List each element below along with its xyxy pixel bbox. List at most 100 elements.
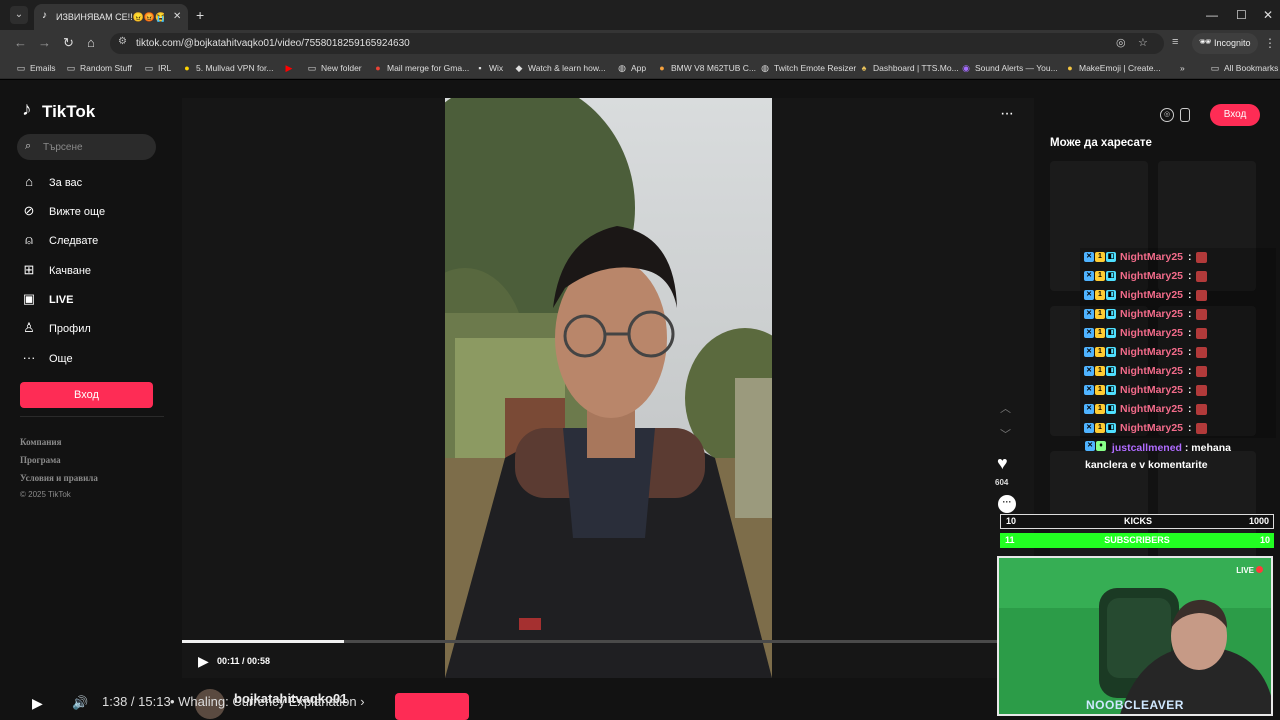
mod-badge-icon: ✕ [1084, 271, 1094, 281]
stream-chapter[interactable]: • Whaling: Currency Explanation › [170, 694, 365, 709]
browser-tab[interactable]: ♪ ИЗВИНЯВАМ СЕ!!😠😡😭 ✕ [34, 4, 188, 30]
bookmark-item[interactable]: ▭ Random Stuff [66, 61, 132, 75]
footer-link[interactable]: Компания [20, 436, 61, 448]
browser-menu-icon[interactable]: ⋮ [1264, 36, 1276, 50]
login-button[interactable]: Вход [20, 382, 153, 408]
sidebar-item-following[interactable]: ⍝ Следвате [20, 230, 160, 252]
chat-badges: ✕ 1 ◧ [1084, 404, 1116, 415]
chat-line: ✕ 1 ◧ NightMary25: [1080, 419, 1276, 438]
watch-icon: ◆ [515, 63, 523, 73]
footer-link[interactable]: Условия и правила [20, 472, 98, 484]
footer-link[interactable]: Програма [20, 454, 61, 466]
sidebar-item-for-you[interactable]: ⌂ За вас [20, 172, 160, 194]
maximize-button[interactable]: ☐ [1236, 7, 1247, 23]
screen: ⌄ ♪ ИЗВИНЯВАМ СЕ!!😠😡😭 ✕ + — ☐ ✕ ← → ↻ ⌂ … [0, 0, 1280, 720]
kicks-label: KICKS [1123, 516, 1152, 526]
search-input[interactable] [43, 138, 151, 156]
video-time: 00:11 / 00:58 [217, 656, 271, 666]
emote-icon [1196, 290, 1207, 301]
chat-badges: ✕ 1 ◧ [1084, 366, 1116, 377]
all-bookmarks[interactable]: ▭ All Bookmarks [1210, 61, 1279, 75]
previous-video-icon[interactable]: ︿ [1000, 400, 1011, 416]
search-box[interactable]: ⌕ [17, 134, 156, 160]
bookmark-item[interactable]: ● 5. Mullvad VPN for... [182, 61, 273, 75]
like-heart-icon[interactable]: ♥ [997, 454, 1008, 472]
media-controls-icon[interactable]: ≡ [1172, 36, 1178, 48]
upload-icon: ⊞ [23, 262, 35, 277]
bookmark-item[interactable]: ▪ Wix [475, 61, 503, 75]
mod-badge-icon: ✕ [1084, 347, 1094, 357]
back-button[interactable]: ← [14, 35, 27, 51]
sidebar-item-explore[interactable]: ⊘ Вижте още [20, 201, 160, 223]
incognito-label: Incognito [1214, 38, 1251, 48]
bookmarks-overflow-icon[interactable]: » [1180, 61, 1185, 75]
eye-off-icon[interactable]: ◎ [1116, 36, 1126, 49]
webcam-image [999, 558, 1271, 714]
tiktok-favicon-icon: ♪ [42, 10, 47, 21]
chat-separator: : [1188, 251, 1192, 263]
bookmark-item[interactable]: ◍ App [617, 61, 646, 75]
bookmark-item[interactable]: ● Mail merge for Gma... [373, 61, 469, 75]
chat-separator: : [1188, 270, 1192, 282]
chat-line: ✕ 1 ◧ NightMary25: [1080, 324, 1276, 343]
mod-badge-icon: ✕ [1084, 385, 1094, 395]
sidebar-item-more[interactable]: ··· Още [20, 348, 160, 370]
incognito-badge[interactable]: 🕶 Incognito [1192, 33, 1258, 54]
volume-icon[interactable]: 🔊 [72, 695, 88, 711]
video-progress-bar[interactable] [182, 640, 1034, 643]
sidebar-item-upload[interactable]: ⊞ Качване [20, 260, 160, 282]
bookmark-item[interactable]: ● MakeEmoji | Create... [1065, 61, 1160, 75]
bookmark-item[interactable]: ▭ IRL [144, 61, 172, 75]
close-window-button[interactable]: ✕ [1263, 7, 1273, 23]
sidebar-item-profile[interactable]: ♙ Профил [20, 318, 160, 340]
more-options-icon[interactable]: ··· [1000, 106, 1014, 122]
chat-separator: : [1188, 403, 1192, 415]
sidebar: ♪ TikTok ⌕ ⌂ За вас ⊘ Вижте още ⍝ Следва… [0, 80, 182, 720]
chat-line: ✕ 1 ◧ NightMary25: [1080, 248, 1276, 267]
minimize-button[interactable]: — [1206, 7, 1218, 23]
vip-badge-icon: 1 [1095, 366, 1105, 376]
bookmark-star-icon[interactable]: ☆ [1138, 36, 1148, 49]
mobile-icon[interactable] [1180, 108, 1190, 122]
bookmark-item[interactable]: ▶ [284, 61, 298, 75]
login-top-button[interactable]: Вход [1210, 104, 1260, 126]
next-video-icon[interactable]: ﹀ [1000, 426, 1011, 442]
video-frame[interactable] [445, 98, 772, 678]
chat-line: ✕ 1 ◧ NightMary25: [1080, 343, 1276, 362]
bookmark-item[interactable]: ▭ New folder [307, 61, 362, 75]
site-info-icon[interactable]: ⚙ [118, 36, 127, 47]
comment-icon[interactable]: ··· [998, 495, 1016, 513]
address-bar[interactable]: ⚙ tiktok.com/@bojkatahitvaqko01/video/75… [110, 33, 1164, 54]
chat-separator: : [1188, 365, 1192, 377]
bookmark-item[interactable]: ♠ Dashboard | TTS.Mo... [859, 61, 959, 75]
video-stage: ··· ︿ ﹀ ♥ 604 ··· ▶ 00:11 / 00:58 [182, 98, 1034, 678]
tab-close-icon[interactable]: ✕ [173, 10, 181, 24]
more-icon: ··· [22, 350, 36, 365]
mod-badge-icon: ✕ [1084, 423, 1094, 433]
bookmark-item[interactable]: ◍ Twitch Emote Resizer [760, 61, 856, 75]
reload-button[interactable]: ↻ [63, 35, 74, 51]
bookmark-item[interactable]: ● BMW V8 M62TUB C... [657, 61, 756, 75]
profile-icon: ♙ [23, 320, 35, 335]
play-icon[interactable]: ▶ [198, 653, 209, 669]
sidebar-item-live[interactable]: ▣ LIVE [20, 289, 160, 311]
kicks-target: 1000 [1248, 516, 1269, 526]
bookmark-item[interactable]: ◆ Watch & learn how... [514, 61, 606, 75]
bookmark-item[interactable]: ◉ Sound Alerts — You... [961, 61, 1058, 75]
tab-search-button[interactable]: ⌄ [10, 6, 28, 24]
compass-icon[interactable]: ◎ [1160, 108, 1174, 122]
emote-icon [1196, 404, 1207, 415]
tab-title: ИЗВИНЯВАМ СЕ!!😠😡😭 [56, 12, 164, 22]
emote-icon [1196, 252, 1207, 263]
folder-icon: ▭ [66, 63, 76, 73]
home-button[interactable]: ⌂ [87, 35, 95, 51]
new-tab-button[interactable]: + [196, 7, 204, 23]
chat-badges: ✕ 1 ◧ [1084, 385, 1116, 396]
mod-badge-icon: ✕ [1084, 309, 1094, 319]
stream-play-icon[interactable]: ▶ [32, 695, 43, 712]
mail-merge-icon: ● [375, 63, 381, 73]
twitch-icon: ◍ [761, 63, 769, 73]
chat-username: NightMary25 [1120, 251, 1184, 263]
bookmark-item[interactable]: ▭ Emails [16, 61, 56, 75]
forward-button[interactable]: → [38, 35, 51, 51]
